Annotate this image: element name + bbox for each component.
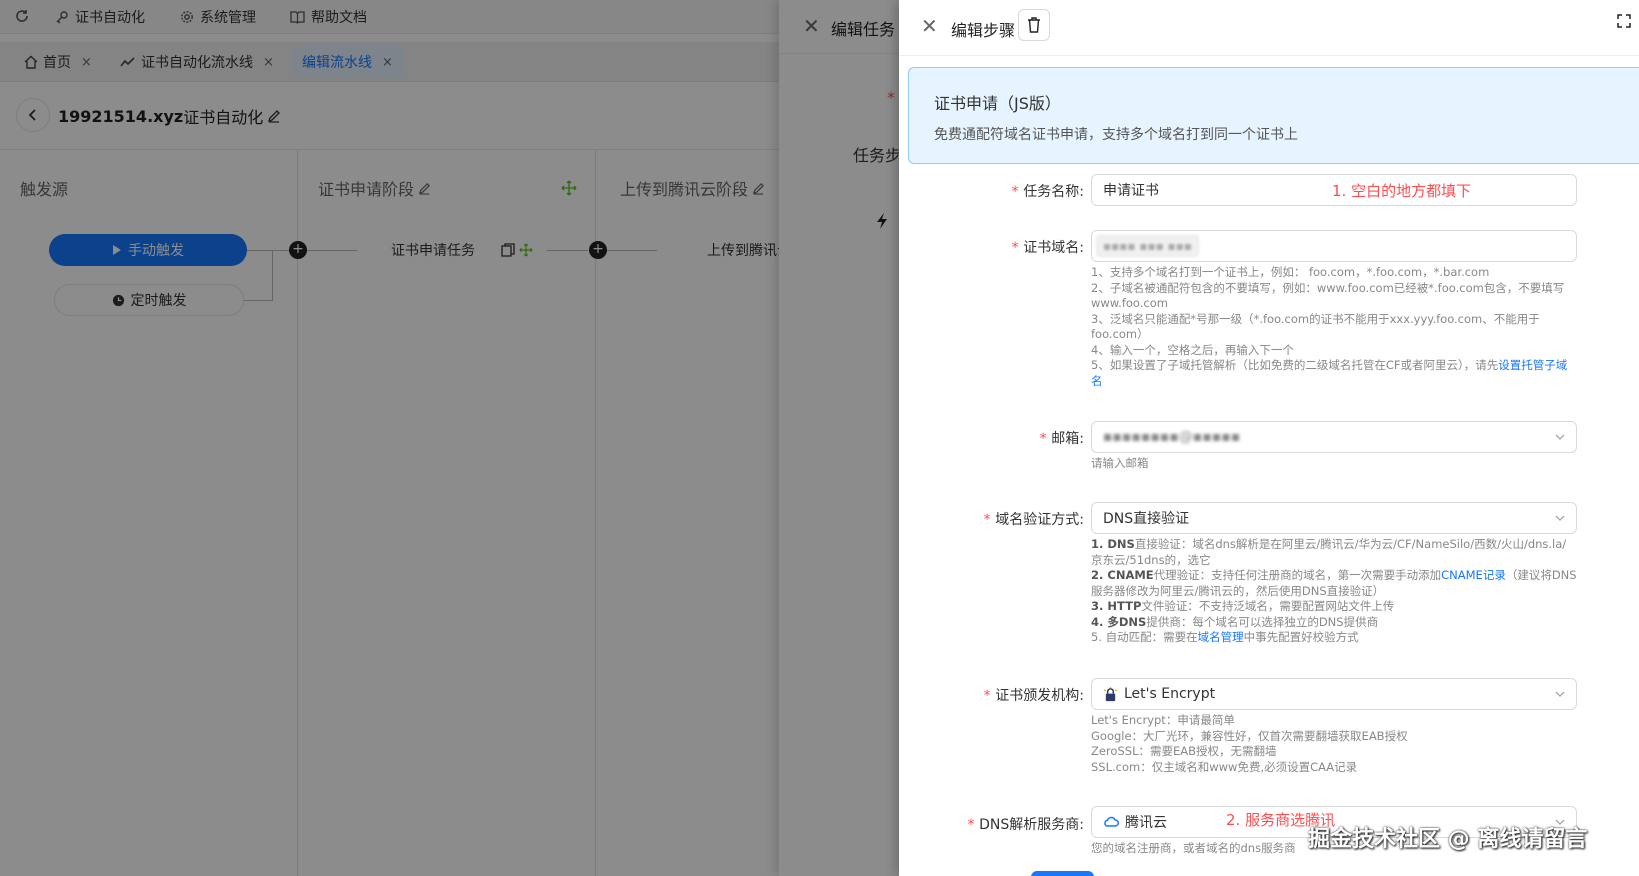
- help-line: ZeroSSL：需要EAB授权，无需翻墙: [1091, 744, 1277, 758]
- help-line: 3. HTTP文件验证：不支持泛域名，需要配置网站文件上传: [1091, 599, 1577, 615]
- delete-step-button[interactable]: [1018, 9, 1050, 41]
- help-text: 5、如果设置了子域托管解析（比如免费的二级域名托管在CF或者阿里云），请先: [1091, 358, 1499, 372]
- help-text: 中事先配置好校验方式: [1243, 630, 1359, 644]
- domain-tags-input[interactable]: ▪▪▪▪ ▪▪▪ ▪▪▪: [1091, 230, 1577, 262]
- chevron-down-icon: [1555, 691, 1565, 697]
- help-line: 3、泛域名只能通配*号那一级（*.foo.com的证书不能用于xxx.yyy.f…: [1091, 311, 1540, 342]
- drawer-title: 编辑步骤: [951, 21, 1016, 40]
- chevron-down-icon: [1555, 434, 1565, 440]
- help-line: 1. DNS直接验证：域名dns解析是在阿里云/腾讯云/华为云/CF/NameS…: [1091, 537, 1577, 568]
- issuer-select[interactable]: Let's Encrypt: [1091, 678, 1577, 710]
- help-line: 5. 自动匹配：需要在域名管理中事先配置好校验方式: [1091, 630, 1577, 646]
- help-line: 2. CNAME代理验证：支持任何注册商的域名，第一次需要手动添加CNAME记录…: [1091, 568, 1577, 599]
- edit-step-drawer: ✕ 编辑步骤 证书申请（JS版） 免费通配符域名证书申请，支持多个域名打到同一个…: [899, 0, 1639, 876]
- label-text: 邮箱:: [1051, 431, 1084, 447]
- annotation-fill-blanks: 1. 空白的地方都填下: [1332, 182, 1472, 200]
- help-text: 5. 自动匹配：需要在: [1091, 630, 1198, 644]
- label-text: 域名验证方式:: [995, 512, 1084, 528]
- close-icon[interactable]: ✕: [921, 14, 938, 38]
- help-bold: 2. CNAME: [1091, 568, 1154, 582]
- label-text: 任务名称:: [1023, 184, 1084, 200]
- email-help: 请输入邮箱: [1091, 456, 1149, 470]
- drawer-header: ✕ 编辑步骤: [899, 0, 1639, 56]
- dns-provider-label: * DNS解析服务商:: [966, 817, 1084, 833]
- help-line: 2、子域名被通配符包含的不要填写，例如：www.foo.com已经被*.foo.…: [1091, 280, 1565, 311]
- label-text: 证书颁发机构:: [995, 688, 1084, 704]
- input-value: Let's Encrypt: [1124, 686, 1216, 702]
- plugin-description: 免费通配符域名证书申请，支持多个域名打到同一个证书上: [934, 127, 1298, 143]
- help-line: 4. 多DNS提供商：每个域名可以选择独立的DNS提供商: [1091, 615, 1577, 631]
- verify-method-select[interactable]: DNS直接验证: [1091, 502, 1577, 534]
- tencent-cloud-icon: [1104, 816, 1119, 827]
- fullscreen-icon[interactable]: [1617, 14, 1631, 28]
- domain-manage-link[interactable]: 域名管理: [1198, 630, 1244, 644]
- help-bold: 4. 多DNS: [1091, 614, 1147, 629]
- verify-method-label: * 域名验证方式:: [982, 512, 1084, 528]
- help-line: 1、支持多个域名打到一个证书上，例如： foo.com，*.foo.com，*.…: [1091, 265, 1490, 279]
- help-line: SSL.com：仅主域名和www免费,必须设置CAA记录: [1091, 759, 1358, 774]
- verify-method-help: 1. DNS直接验证：域名dns解析是在阿里云/腾讯云/华为云/CF/NameS…: [1091, 537, 1577, 646]
- domain-help: 1、支持多个域名打到一个证书上，例如： foo.com，*.foo.com，*.…: [1091, 265, 1577, 389]
- help-text: 文件验证：不支持泛域名，需要配置网站文件上传: [1141, 599, 1395, 613]
- help-bold: 1. DNS: [1091, 537, 1135, 551]
- letsencrypt-lock-icon: [1103, 686, 1118, 701]
- help-line: Let's Encrypt：申请最简单: [1091, 713, 1235, 727]
- label-text: DNS解析服务商:: [979, 817, 1084, 833]
- issuer-label: * 证书颁发机构:: [982, 688, 1084, 704]
- input-value: 申请证书: [1103, 183, 1159, 199]
- domain-label: * 证书域名:: [1010, 240, 1084, 256]
- label-text: 证书域名:: [1023, 240, 1084, 256]
- cname-record-link[interactable]: CNAME记录: [1441, 568, 1506, 582]
- confirm-button[interactable]: [1031, 871, 1094, 876]
- help-line: 4、输入一个，空格之后，再输入下一个: [1091, 342, 1294, 357]
- task-name-label: * 任务名称:: [1010, 184, 1084, 200]
- input-value: ▪▪▪▪▪▪▪▪@▪▪▪▪▪: [1103, 429, 1241, 445]
- help-bold: 3. HTTP: [1091, 599, 1142, 613]
- watermark: 掘金技术社区 @ 离线请留言: [1308, 827, 1588, 852]
- help-text: 代理验证：支持任何注册商的域名，第一次需要手动添加: [1153, 568, 1442, 582]
- domain-tag[interactable]: ▪▪▪▪ ▪▪▪ ▪▪▪: [1096, 235, 1199, 257]
- help-text: 直接验证：域名dns解析是在阿里云/腾讯云/华为云/CF/NameSilo/西数…: [1091, 537, 1567, 567]
- plugin-title: 证书申请（JS版）: [934, 94, 1061, 113]
- help-line: Google：大厂光环，兼容性好，仅首次需要翻墙获取EAB授权: [1091, 728, 1408, 743]
- input-value: DNS直接验证: [1103, 511, 1190, 527]
- chevron-down-icon: [1555, 515, 1565, 521]
- email-label: * 邮箱:: [1038, 431, 1084, 447]
- plugin-info-card: 证书申请（JS版） 免费通配符域名证书申请，支持多个域名打到同一个证书上: [908, 67, 1639, 164]
- help-line: 5、如果设置了子域托管解析（比如免费的二级域名托管在CF或者阿里云），请先设置托…: [1091, 358, 1577, 389]
- input-value: 腾讯云: [1125, 815, 1167, 831]
- email-select[interactable]: ▪▪▪▪▪▪▪▪@▪▪▪▪▪: [1091, 421, 1577, 453]
- help-text: 提供商：每个域名可以选择独立的DNS提供商: [1146, 614, 1379, 629]
- trash-icon: [1028, 17, 1040, 33]
- issuer-help: Let's Encrypt：申请最简单 Google：大厂光环，兼容性好，仅首次…: [1091, 713, 1577, 775]
